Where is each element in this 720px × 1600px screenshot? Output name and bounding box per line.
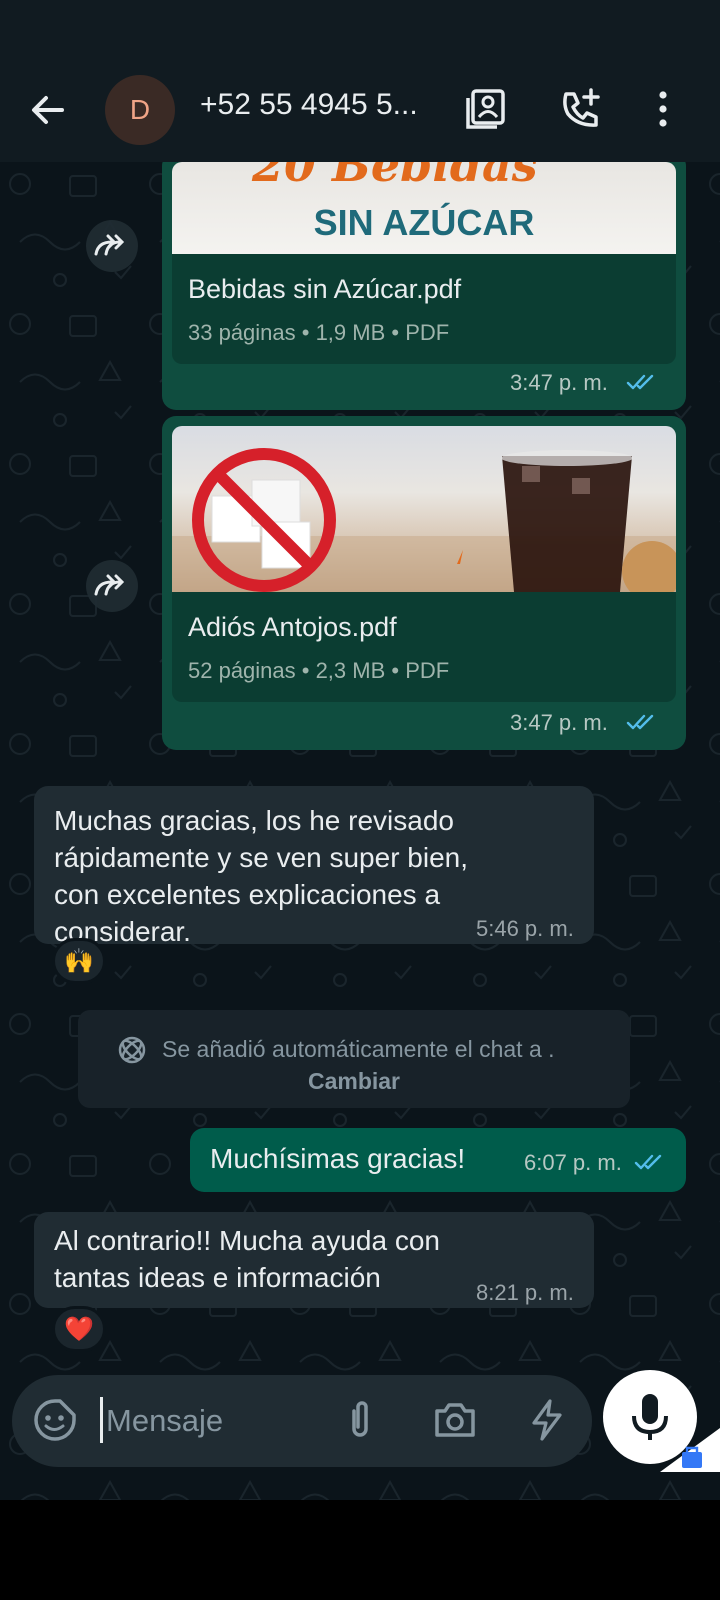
document-message[interactable]: Adiós Antojos.pdf 52 páginas • 2,3 MB • … [162,416,686,750]
quick-reply-icon[interactable] [524,1397,570,1443]
document-meta: 52 páginas • 2,3 MB • PDF [188,658,450,683]
message-time: 6:07 p. m. [524,1150,622,1175]
shop-corner-badge [660,1428,720,1472]
add-call-icon[interactable] [558,86,604,132]
read-ticks-icon [626,374,654,390]
document-info: Bebidas sin Azúcar.pdf 33 páginas • 1,9 … [172,254,676,364]
message-line: tantas ideas e información [54,1262,381,1293]
message-line: rápidamente y se ven super bien, [54,842,469,873]
avatar[interactable]: D [105,75,175,145]
message-line: considerar. [54,916,191,947]
message-time: 3:47 p. m. [510,710,608,735]
forward-icon [94,574,125,596]
thumbnail-subtitle: SIN AZÚCAR [313,202,535,243]
forward-button[interactable] [86,560,138,612]
document-meta: 33 páginas • 1,9 MB • PDF [188,320,450,345]
message-text: Muchísimas gracias! [210,1143,466,1174]
thumbnail-title: 20 Bebidas [252,162,538,192]
back-arrow-icon[interactable] [26,88,70,132]
system-notice-text: Se añadió automáticamente el chat a . [162,1036,555,1062]
no-sugar-image [172,448,676,592]
incoming-message[interactable]: Al contrario!! Mucha ayuda con tantas id… [34,1212,594,1308]
attach-icon[interactable] [337,1397,383,1443]
avatar-letter: D [129,94,151,125]
message-time: 3:47 p. m. [510,370,608,395]
document-thumbnail: 20 Bebidas SIN AZÚCAR [172,162,676,254]
message-text: Al contrario!! Mucha ayuda con tantas id… [54,1222,440,1296]
message-time: 8:21 p. m. [476,1280,574,1305]
message-composer[interactable]: Mensaje [12,1375,592,1467]
chat-header: D +52 55 4945 5... [0,0,720,162]
more-vert-icon[interactable] [640,86,686,132]
read-ticks-icon [626,714,654,730]
document-name: Adiós Antojos.pdf [188,612,397,642]
reaction-badge[interactable]: 🙌 [52,938,106,984]
contact-card-icon[interactable] [464,86,510,132]
message-line: con excelentes explicaciones a [54,879,441,910]
document-name: Bebidas sin Azúcar.pdf [188,274,462,304]
message-time: 5:46 p. m. [476,916,574,941]
forward-button[interactable] [86,220,138,272]
document-info: Adiós Antojos.pdf 52 páginas • 2,3 MB • … [172,592,676,702]
ai-chat-icon [118,1036,146,1064]
incoming-message[interactable]: Muchas gracias, los he revisado rápidame… [34,786,594,947]
change-link[interactable]: Cambiar [78,1068,630,1095]
message-text: Muchas gracias, los he revisado rápidame… [54,802,468,950]
forward-icon [94,234,125,256]
message-line: Muchas gracias, los he revisado [54,805,454,836]
text-caret [100,1397,103,1443]
outgoing-message[interactable]: Muchísimas gracias! 6:07 p. m. [190,1128,686,1192]
contact-name[interactable]: +52 55 4945 5... [200,88,450,122]
chat-area[interactable]: 20 Bebidas SIN AZÚCAR Bebidas sin Azúcar… [0,162,720,1500]
document-message[interactable]: 20 Bebidas SIN AZÚCAR Bebidas sin Azúcar… [162,162,686,410]
message-input[interactable]: Mensaje [106,1403,223,1439]
read-ticks-icon [634,1154,662,1170]
reaction-badge[interactable]: ❤️ [52,1306,106,1352]
message-line: Al contrario!! Mucha ayuda con [54,1225,440,1256]
system-nav-area [0,1500,720,1600]
document-thumbnail [172,426,676,592]
system-notice: Se añadió automáticamente el chat a . Ca… [78,1010,630,1108]
sticker-icon[interactable] [32,1397,78,1443]
camera-icon[interactable] [432,1397,478,1443]
